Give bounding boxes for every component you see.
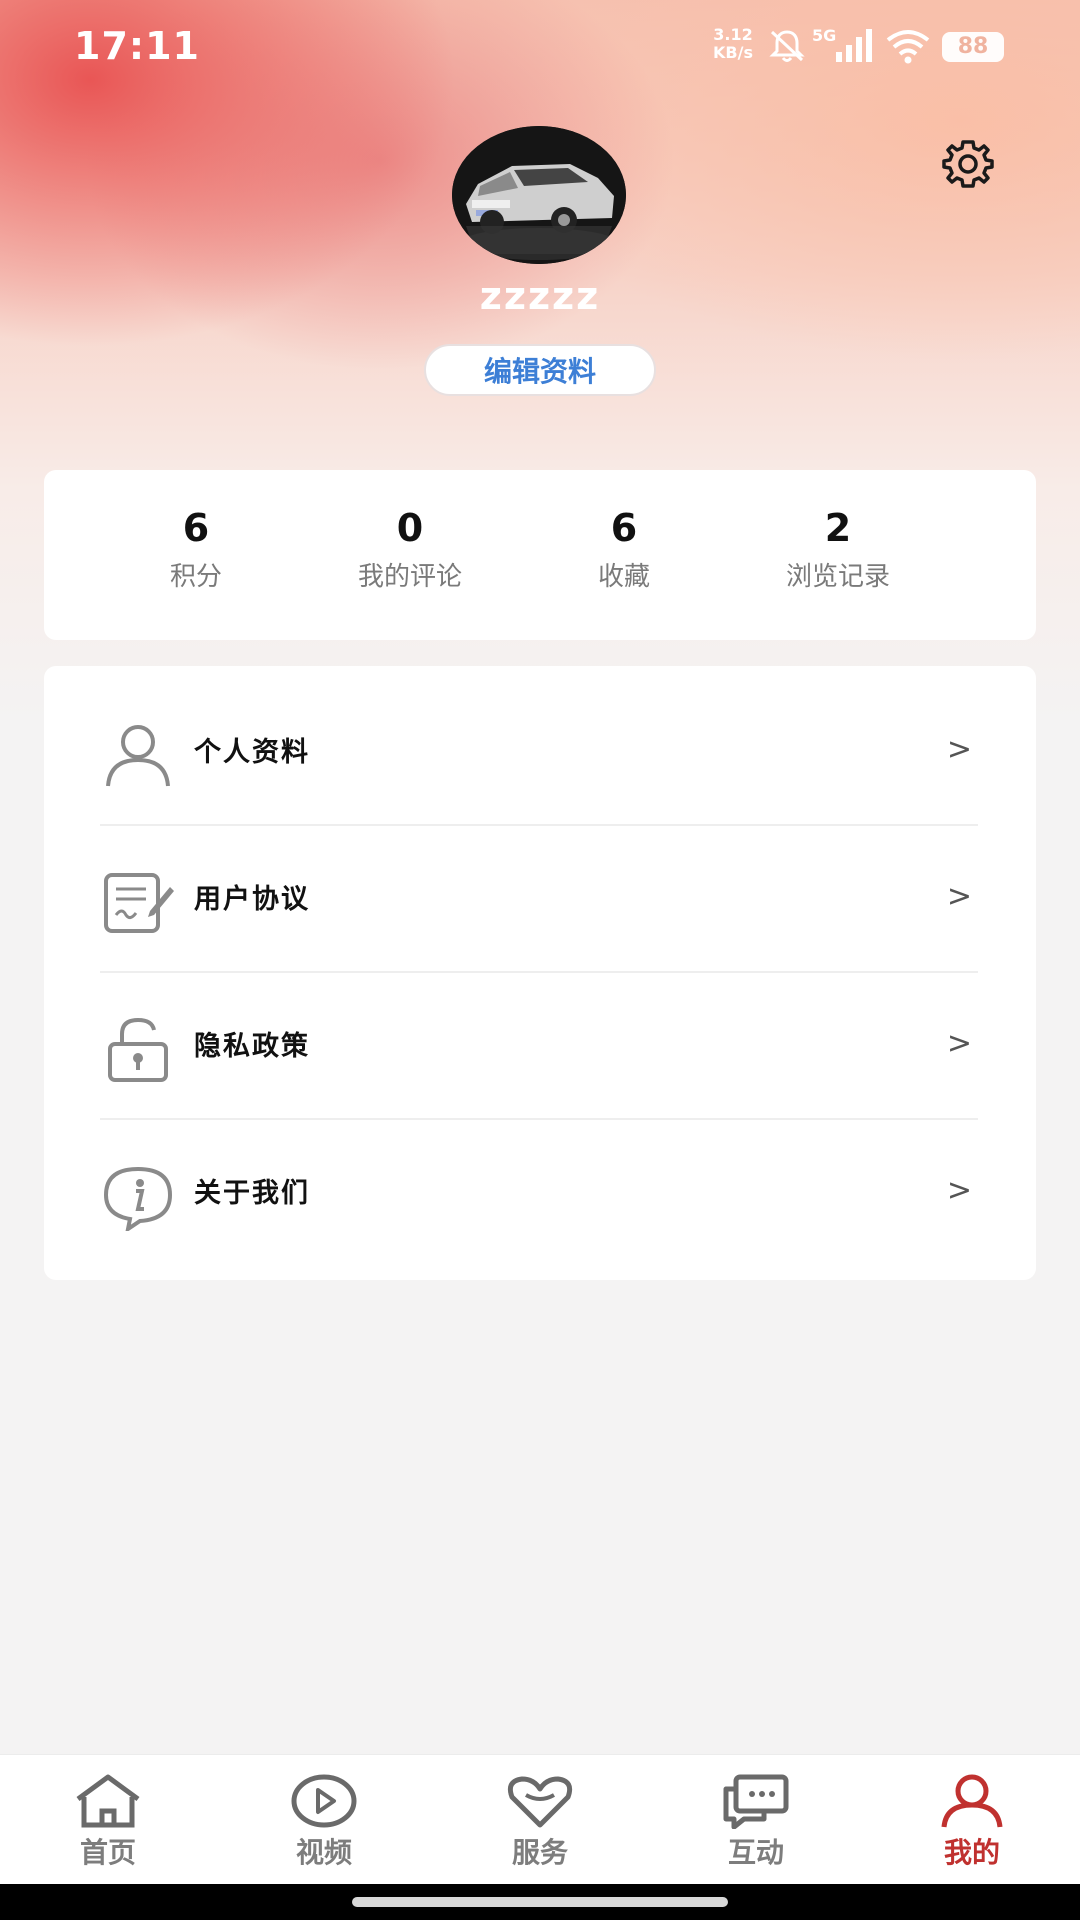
- heart-icon: [507, 1776, 573, 1828]
- menu-divider: [100, 971, 978, 973]
- chevron-right-icon: >: [946, 879, 972, 914]
- car-photo-avatar: [452, 126, 626, 264]
- person-icon: [106, 725, 170, 787]
- status-bar: 17:11 3.12 KB/s 5G 88: [0, 0, 1080, 96]
- username: zzzzz: [479, 274, 601, 318]
- profile-icon: [941, 1774, 1003, 1828]
- tab-interaction[interactable]: 互动: [686, 1773, 826, 1883]
- menu-item-user-agreement[interactable]: 用户协议 >: [100, 827, 978, 974]
- stat-label: 积分: [169, 562, 222, 592]
- network-speed-value: 3.12: [713, 25, 753, 44]
- tab-services[interactable]: 服务: [470, 1773, 610, 1883]
- stat-value: 0: [396, 506, 424, 550]
- status-time: 17:11: [74, 24, 200, 68]
- menu-item-personal-info[interactable]: 个人资料 >: [100, 680, 978, 827]
- stat-value: 6: [182, 506, 210, 550]
- chat-icon: [723, 1774, 789, 1829]
- menu-item-privacy-policy[interactable]: 隐私政策 >: [100, 974, 978, 1121]
- lock-icon: [108, 1017, 168, 1082]
- menu-divider: [100, 824, 978, 826]
- tab-video[interactable]: 视频: [254, 1773, 394, 1883]
- menu-card: 个人资料 > 用户协议 > 隐私政策 > 关于我们 >: [44, 666, 1036, 1280]
- play-icon: [291, 1774, 357, 1828]
- bottom-tab-bar: 首页 视频 服务 互动 我的: [0, 1754, 1080, 1885]
- tab-label: 首页: [79, 1836, 136, 1869]
- info-icon: [103, 1166, 173, 1231]
- stats-card: 6 积分 0 我的评论 6 收藏 2 浏览记录: [44, 470, 1036, 640]
- tab-home[interactable]: 首页: [38, 1773, 178, 1883]
- stat-label: 收藏: [597, 562, 650, 592]
- stat-favorites[interactable]: 6 收藏: [524, 506, 724, 593]
- settings-gear-icon[interactable]: [940, 136, 996, 192]
- home-indicator[interactable]: [352, 1897, 728, 1907]
- profile-screen: 17:11 3.12 KB/s 5G 88 zzzzz 编辑资料 6 积分 0 …: [0, 0, 1080, 1920]
- mute-bell-icon: [769, 30, 805, 62]
- network-type: 5G: [812, 26, 837, 45]
- menu-item-label: 用户协议: [194, 884, 310, 915]
- wifi-icon: [886, 30, 930, 64]
- stat-label: 浏览记录: [785, 562, 890, 592]
- stat-points[interactable]: 6 积分: [96, 506, 296, 593]
- stat-my-comments[interactable]: 0 我的评论: [310, 506, 510, 593]
- menu-divider: [100, 1118, 978, 1120]
- tab-label: 互动: [727, 1836, 784, 1869]
- home-icon: [76, 1774, 140, 1828]
- battery-indicator: 88: [942, 32, 1004, 62]
- stat-label: 我的评论: [357, 562, 462, 592]
- stat-value: 2: [824, 506, 852, 550]
- tab-label: 我的: [943, 1836, 1000, 1869]
- menu-item-about-us[interactable]: 关于我们 >: [100, 1121, 978, 1268]
- tab-label: 服务: [511, 1836, 568, 1869]
- chevron-right-icon: >: [946, 1173, 972, 1208]
- tab-mine[interactable]: 我的: [902, 1773, 1042, 1883]
- agreement-icon: [104, 873, 174, 933]
- network-speed: 3.12 KB/s: [708, 26, 758, 62]
- signal-icon: [836, 29, 872, 62]
- edit-profile-button[interactable]: 编辑资料: [424, 344, 656, 396]
- chevron-right-icon: >: [946, 1026, 972, 1061]
- menu-item-label: 个人资料: [194, 737, 310, 768]
- menu-item-label: 隐私政策: [194, 1031, 310, 1062]
- chevron-right-icon: >: [946, 732, 972, 767]
- tab-label: 视频: [295, 1836, 352, 1869]
- network-speed-unit: KB/s: [713, 43, 753, 62]
- stat-value: 6: [610, 506, 638, 550]
- stat-browse-history[interactable]: 2 浏览记录: [738, 506, 938, 593]
- menu-item-label: 关于我们: [194, 1178, 310, 1209]
- avatar[interactable]: [452, 126, 626, 264]
